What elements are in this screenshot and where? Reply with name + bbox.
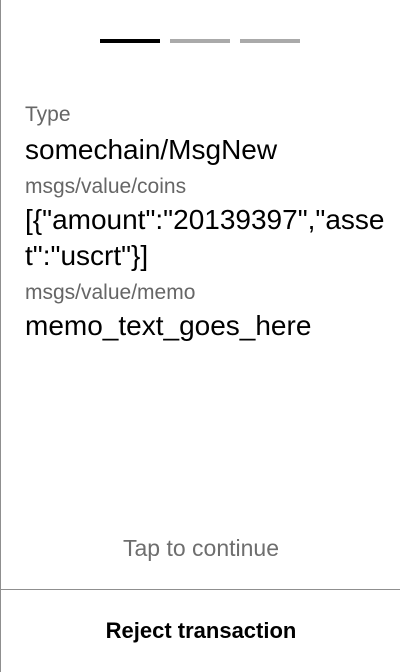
page-indicator [100, 39, 302, 43]
tap-to-continue-hint[interactable]: Tap to continue [1, 532, 400, 564]
field-label-type: Type [25, 103, 71, 126]
field-label-memo: msgs/value/memo [25, 281, 196, 304]
field-value-type: somechain/MsgNew [25, 134, 278, 165]
page-indicator-segment-2 [170, 39, 230, 43]
page-indicator-segment-3 [240, 39, 300, 43]
transaction-review-screen: { "pager": { "current_page": 1, "total_p… [0, 0, 400, 672]
field-value-memo: memo_text_goes_here [25, 310, 312, 341]
transaction-fields: Type somechain/MsgNew msgs/value/coins [… [25, 100, 385, 348]
field-label-coins: msgs/value/coins [25, 175, 187, 198]
reject-transaction-button[interactable]: Reject transaction [1, 590, 400, 672]
field-value-coins: [{"amount":"20139397","asset":"uscrt"}] [25, 204, 385, 271]
page-indicator-segment-1 [100, 39, 160, 43]
